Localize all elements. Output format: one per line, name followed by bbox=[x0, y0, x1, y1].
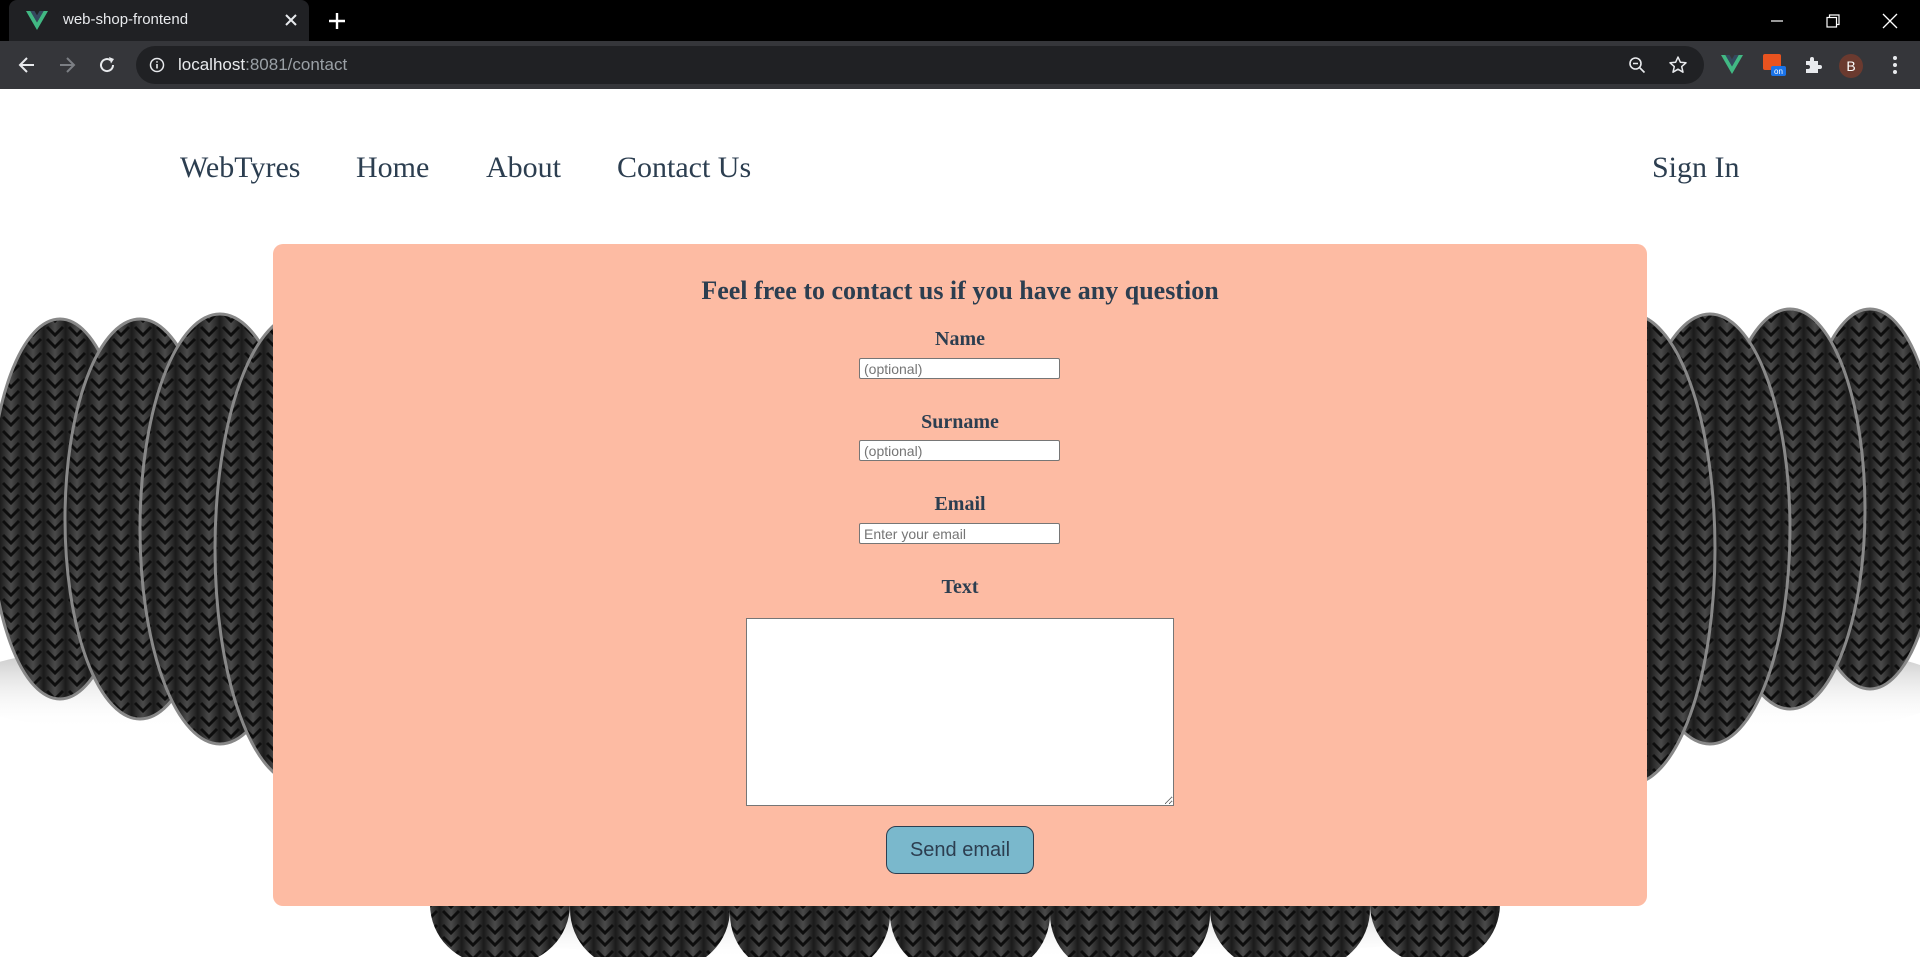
contact-heading: Feel free to contact us if you have any … bbox=[701, 276, 1219, 305]
surname-label: Surname bbox=[921, 411, 999, 433]
tab-title: web-shop-frontend bbox=[63, 11, 189, 28]
name-input[interactable] bbox=[859, 358, 1060, 379]
email-label: Email bbox=[934, 493, 986, 515]
restore-icon[interactable] bbox=[1805, 0, 1861, 41]
browser-tab-bar: web-shop-frontend bbox=[0, 0, 1920, 41]
browser-tab[interactable]: web-shop-frontend bbox=[9, 0, 309, 41]
url-text[interactable]: localhost:8081/contact bbox=[178, 55, 347, 75]
puzzle-icon[interactable] bbox=[1798, 50, 1828, 80]
address-bar[interactable]: localhost:8081/contact bbox=[136, 46, 1704, 84]
nav-home-link[interactable]: Home bbox=[356, 151, 429, 185]
window-close-icon[interactable] bbox=[1862, 0, 1918, 41]
svg-text:on: on bbox=[1774, 67, 1783, 76]
forward-arrow-icon[interactable] bbox=[52, 50, 82, 80]
info-icon[interactable] bbox=[149, 57, 165, 73]
page-content: WebTyres Home About Contact Us Sign In F… bbox=[0, 89, 1920, 957]
avatar[interactable]: B bbox=[1839, 54, 1863, 78]
extension-icon[interactable]: on bbox=[1759, 50, 1789, 80]
zoom-icon[interactable] bbox=[1628, 56, 1646, 79]
message-textarea[interactable] bbox=[746, 618, 1174, 806]
name-label: Name bbox=[935, 328, 985, 350]
minimize-icon[interactable] bbox=[1749, 0, 1805, 41]
url-host: localhost bbox=[178, 55, 246, 74]
back-arrow-icon[interactable] bbox=[12, 50, 42, 80]
vue-favicon-icon bbox=[26, 11, 48, 30]
send-email-button[interactable]: Send email bbox=[886, 826, 1034, 874]
brand-link[interactable]: WebTyres bbox=[180, 151, 300, 185]
nav-contact-link[interactable]: Contact Us bbox=[617, 151, 751, 185]
reload-icon[interactable] bbox=[92, 50, 122, 80]
surname-input[interactable] bbox=[859, 440, 1060, 461]
plus-icon[interactable] bbox=[325, 9, 349, 33]
text-label: Text bbox=[941, 576, 979, 598]
nav-about-link[interactable]: About bbox=[486, 151, 561, 185]
star-icon[interactable] bbox=[1668, 55, 1688, 80]
contact-card: Feel free to contact us if you have any … bbox=[273, 244, 1647, 906]
browser-toolbar: localhost:8081/contact on B bbox=[0, 41, 1920, 89]
email-input[interactable] bbox=[859, 523, 1060, 544]
url-path: :8081/contact bbox=[245, 55, 348, 74]
sign-in-link[interactable]: Sign In bbox=[1652, 151, 1740, 185]
vue-devtools-icon[interactable] bbox=[1717, 50, 1747, 80]
kebab-menu-icon[interactable] bbox=[1880, 50, 1910, 80]
close-icon[interactable] bbox=[281, 10, 301, 30]
